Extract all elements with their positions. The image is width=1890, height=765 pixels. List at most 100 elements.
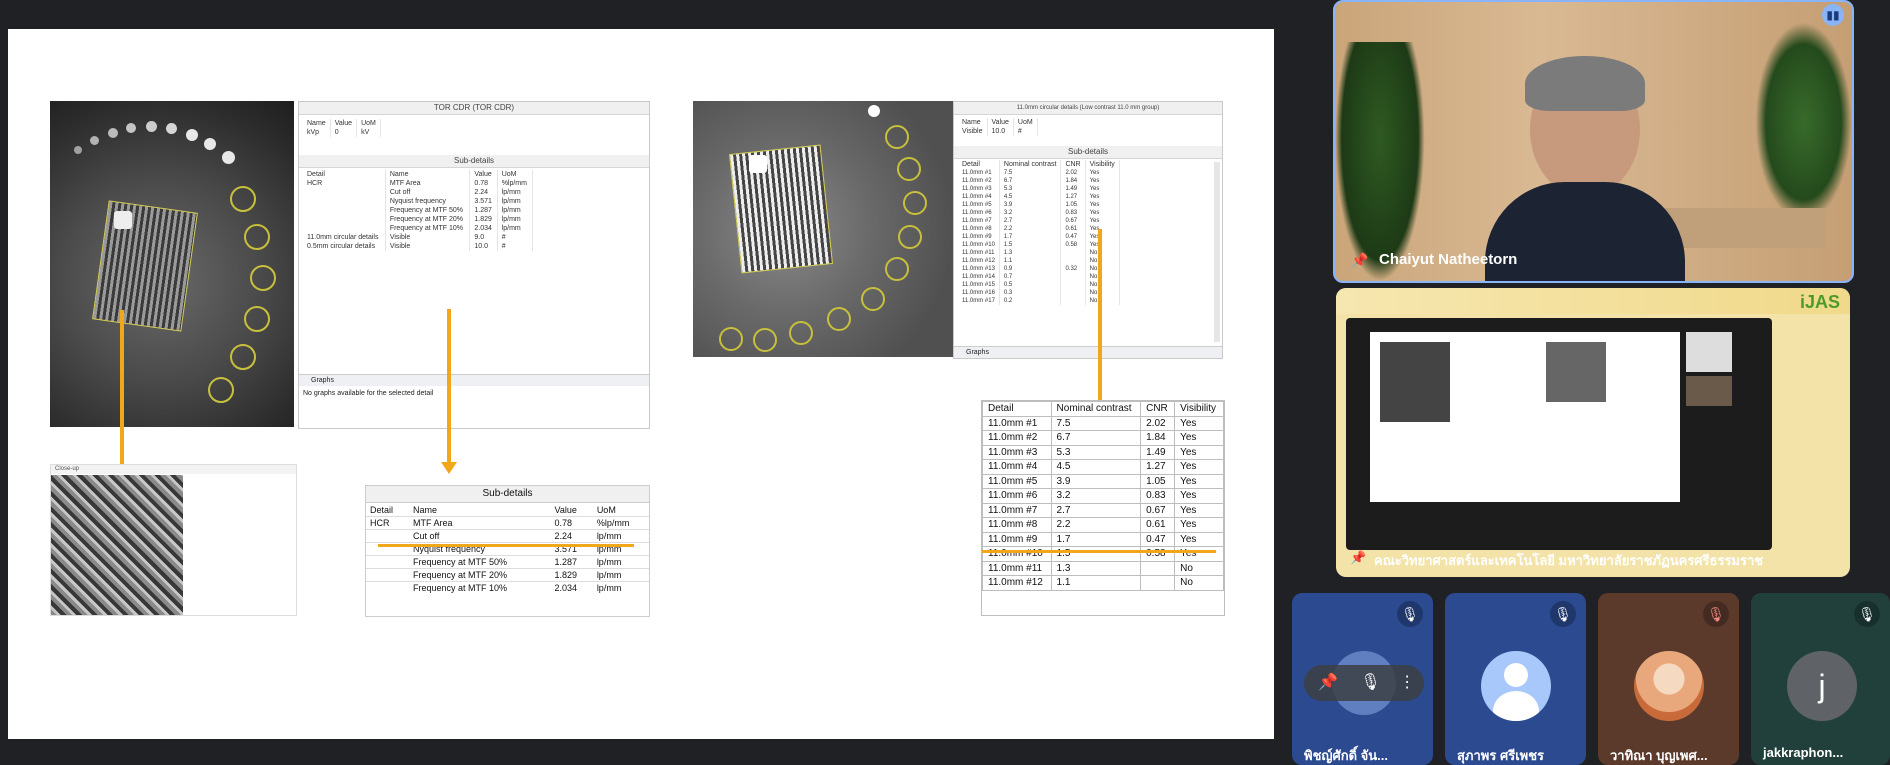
pin-icon[interactable]: 📌 [1350, 550, 1366, 566]
zoomed-visibility-table: Detail Nominal contrast CNR Visibility 1… [981, 400, 1225, 616]
analysis-panel-right: 11.0mm circular details (Low contrast 11… [953, 101, 1223, 359]
table-cell [1060, 289, 1086, 297]
table-cell: 4.5 [1050, 459, 1142, 475]
table-cell: 1.1 [999, 257, 1062, 265]
participant-tile[interactable]: 🎙 วาทิณา บุญเพศ... [1598, 593, 1739, 765]
table-cell: MTF Area [385, 179, 471, 188]
table-cell: Yes [1174, 546, 1224, 562]
table-cell: Yes [1085, 209, 1120, 217]
table-cell: 1.7 [999, 233, 1062, 241]
table-row: 11.0mm #4 4.5 1.27 Yes [958, 193, 1120, 201]
table-cell: 11.0mm #8 [958, 225, 1000, 233]
table-cell: Yes [1174, 517, 1224, 533]
participant-tile[interactable]: 🎙 j jakkraphon... [1751, 593, 1890, 765]
table-cell: 0.61 [1060, 225, 1086, 233]
table-cell: 1.287 [469, 206, 498, 215]
table-cell: 1.3 [999, 249, 1062, 257]
table-cell: 11.0mm #3 [982, 444, 1052, 460]
table-row: Nyquist frequency 3.571 lp/mm [303, 197, 534, 206]
avatar: j [1787, 651, 1857, 721]
table-row: 11.0mm #12 1.1 No [982, 575, 1224, 591]
plant-left [1335, 42, 1425, 281]
tile-controls[interactable]: 📌 🎙 ⋮ [1304, 665, 1424, 701]
table-cell: No [1174, 575, 1224, 591]
table-cell: %lp/mm [592, 516, 649, 530]
closeup-window: Close-up [50, 464, 297, 616]
table-cell [303, 197, 386, 206]
table-cell: 0.78 [550, 516, 593, 530]
ct-image-left [50, 101, 294, 427]
table-row: 11.0mm circular details Visible 9.0 # [303, 233, 534, 242]
table-cell: 1.84 [1140, 430, 1176, 446]
table-cell: 2.034 [550, 581, 593, 594]
table-cell: No [1085, 297, 1120, 305]
table-cell: Cut off [385, 188, 471, 197]
table-cell: 1.287 [550, 555, 593, 569]
table-row: 11.0mm #2 6.7 1.84 Yes [982, 430, 1224, 446]
table-cell: 2.7 [1050, 502, 1142, 518]
participant-tile[interactable]: 🎙 สุภาพร ศรีเพชร [1445, 593, 1586, 765]
table-cell: 3.9 [1050, 473, 1142, 489]
table-cell: 3.9 [999, 201, 1062, 209]
highlight-line [982, 550, 1216, 553]
table-cell [1140, 560, 1176, 576]
table-cell [366, 581, 409, 594]
table-cell: Frequency at MTF 10% [385, 224, 471, 233]
table-cell: Visible [385, 233, 471, 242]
table-cell: 6.7 [1050, 430, 1142, 446]
table-cell: No [1085, 265, 1120, 273]
subdetails-title: Sub-details [954, 146, 1222, 159]
table-cell: 1.7 [1050, 531, 1142, 547]
graphs-tab[interactable]: Graphs [954, 346, 1222, 358]
table-row: 11.0mm #7 2.7 0.67 Yes [982, 502, 1224, 518]
highlight-line [378, 544, 634, 547]
pin-icon[interactable]: 📌 [1318, 674, 1338, 691]
table-row: 11.0mm #5 3.9 1.05 Yes [958, 201, 1120, 209]
table-cell: 0.7 [999, 273, 1062, 281]
table-cell: 11.0mm #2 [982, 430, 1052, 446]
presenter-video-tile[interactable]: iJAS 📌 คณะวิทยาศาสตร์และเทคโนโลยี มหาวิท… [1336, 288, 1850, 577]
table-cell: 1.84 [1060, 177, 1086, 185]
table-row: 11.0mm #14 0.7 No [958, 273, 1120, 281]
panel-title: 11.0mm circular details (Low contrast 11… [954, 102, 1222, 115]
table-cell: Yes [1085, 233, 1120, 241]
table-cell: 1.5 [1050, 546, 1142, 562]
table-row: 11.0mm #17 0.2 No [958, 297, 1120, 305]
params-table: Name Value UoM Visible 10.0 # [958, 118, 1038, 136]
table-cell: Frequency at MTF 20% [385, 215, 471, 224]
more-options-icon[interactable]: ⋮ [1399, 674, 1415, 691]
table-cell: 11.0mm #7 [958, 217, 1000, 225]
ct-image-right [693, 101, 953, 357]
speaker-video-tile[interactable]: ▮▮ 📌 Chaiyut Natheetorn [1333, 0, 1854, 283]
table-cell: 0.5mm circular details [303, 242, 386, 251]
arrow-down [441, 309, 457, 474]
table-cell: No [1085, 273, 1120, 281]
table-cell: 0.78 [469, 179, 498, 188]
table-row: 11.0mm #3 5.3 1.49 Yes [958, 185, 1120, 193]
table-cell: lp/mm [497, 206, 534, 215]
banner-logo [1336, 288, 1850, 314]
scrollbar[interactable] [1214, 162, 1220, 342]
table-row: 11.0mm #9 1.7 0.47 Yes [958, 233, 1120, 241]
table-cell: 0.9 [999, 265, 1062, 273]
table-cell: No [1085, 289, 1120, 297]
graphs-tab[interactable]: Graphs [299, 374, 649, 386]
table-cell [303, 206, 386, 215]
table-cell: Yes [1174, 430, 1224, 446]
participant-tile[interactable]: 🎙 📌 🎙 ⋮ พิชญ์ศักดิ์ จัน... [1292, 593, 1433, 765]
table-cell [1060, 281, 1086, 289]
table-cell: 0.58 [1060, 241, 1086, 249]
table-cell: 11.0mm #7 [982, 502, 1052, 518]
arrow-down [1092, 229, 1108, 417]
table-cell: 1.27 [1140, 459, 1176, 475]
table-cell: 1.49 [1140, 444, 1176, 460]
table-cell: 5.3 [999, 185, 1062, 193]
presenter-screen [1346, 318, 1772, 550]
table-cell: 2.034 [469, 224, 498, 233]
shared-slide: TOR CDR (TOR CDR) Name Value UoM kVp 0 k… [8, 29, 1274, 739]
table-row: Frequency at MTF 50% 1.287 lp/mm [366, 555, 649, 569]
pin-icon[interactable]: 📌 [1351, 252, 1368, 269]
table-cell: 2.2 [1050, 517, 1142, 533]
table-cell: 7.5 [999, 169, 1062, 177]
mute-icon[interactable]: 🎙 [1360, 674, 1380, 691]
